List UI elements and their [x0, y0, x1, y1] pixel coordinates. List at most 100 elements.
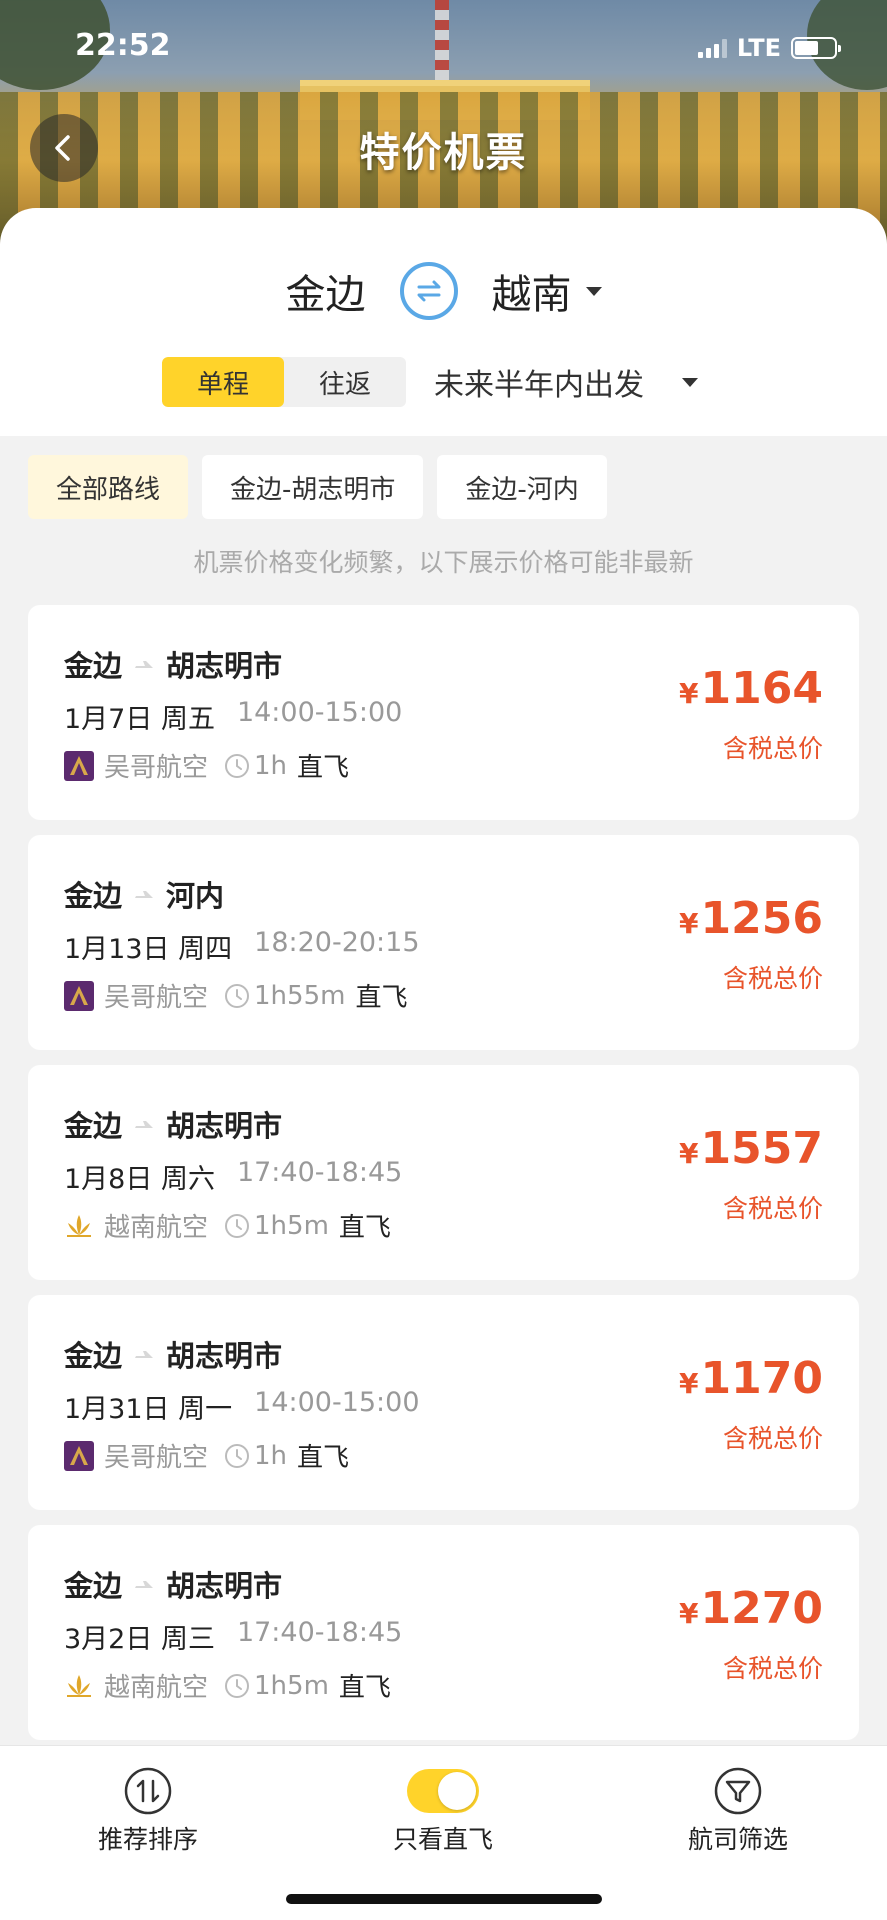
route-chips: 全部路线 金边-胡志明市 金边-河内: [28, 455, 607, 519]
flight-destination: 河内: [166, 879, 225, 913]
caret-down-icon: [585, 286, 602, 296]
trip-one-way[interactable]: 单程: [162, 357, 284, 407]
flight-destination: 胡志明市: [166, 1339, 283, 1373]
price-note: 含税总价: [722, 1424, 823, 1453]
chip-all-routes[interactable]: 全部路线: [28, 455, 189, 519]
airline-name: 越南航空: [104, 1673, 209, 1703]
route-selector: 金边 越南: [0, 256, 887, 326]
flight-card[interactable]: 金边 胡志明市 3月2日 周三 17:40-18:45 越南航空 1h5m 直飞…: [28, 1525, 859, 1740]
clock-icon: [225, 753, 250, 778]
flight-weekday: 周五: [160, 704, 215, 735]
flight-direct: 直飞: [297, 1443, 350, 1473]
currency-symbol: ¥: [679, 907, 699, 940]
airline-name: 吴哥航空: [104, 1443, 209, 1473]
flight-time: 18:20-20:15: [254, 927, 420, 958]
price-value: 1164: [700, 663, 823, 714]
angkor-air-logo-icon: [64, 750, 94, 781]
flight-day: 1月8日: [64, 1164, 153, 1195]
flight-direct: 直飞: [297, 753, 350, 783]
vietnam-airlines-logo-icon: [64, 1211, 94, 1241]
trip-type-toggle: 单程 往返: [162, 357, 406, 407]
direct-only-toggle[interactable]: 只看直飞: [353, 1766, 533, 1856]
flight-destination: 胡志明市: [166, 649, 283, 683]
banner-tower: [435, 0, 449, 90]
home-indicator: [286, 1894, 602, 1904]
clock-icon: [225, 1443, 250, 1468]
flight-route: 金边 河内: [64, 873, 224, 915]
bottom-toolbar: 推荐排序 只看直飞 航司筛选: [0, 1745, 887, 1920]
plane-icon: [135, 1581, 154, 1588]
flight-route: 金边 胡志明市: [64, 1103, 282, 1145]
swap-button[interactable]: [399, 262, 458, 320]
price-note: 含税总价: [722, 1194, 823, 1223]
sort-button[interactable]: 推荐排序: [58, 1766, 238, 1856]
flight-meta: 吴哥航空 1h55m 直飞: [64, 977, 407, 1014]
price-value: 1557: [700, 1123, 823, 1174]
flight-duration: 1h: [254, 1440, 288, 1471]
flight-route: 金边 胡志明市: [64, 1333, 282, 1375]
swap-icon: [417, 280, 440, 302]
flight-list: 金边 胡志明市 1月7日 周五 14:00-15:00 吴哥航空 1h 直飞 ¥…: [28, 605, 859, 1755]
flight-direct: 直飞: [355, 983, 408, 1013]
toggle-switch[interactable]: [407, 1769, 479, 1813]
currency-symbol: ¥: [679, 1367, 699, 1400]
angkor-air-logo-icon: [64, 980, 94, 1011]
flight-origin: 金边: [64, 879, 123, 913]
price-notice: 机票价格变化频繁，以下展示价格可能非最新: [193, 548, 694, 577]
flight-direct: 直飞: [338, 1213, 391, 1243]
flight-price: ¥1270: [679, 1583, 823, 1634]
chip-route-hanoi[interactable]: 金边-河内: [437, 455, 607, 519]
flight-weekday: 周六: [160, 1164, 215, 1195]
angkor-air-logo-icon: [64, 1440, 94, 1471]
airline-filter-button[interactable]: 航司筛选: [648, 1766, 828, 1856]
flight-origin: 金边: [64, 1569, 123, 1603]
flight-route: 金边 胡志明市: [64, 1563, 282, 1605]
price-note: 含税总价: [722, 964, 823, 993]
network-type: LTE: [736, 34, 781, 62]
date-filter-dropdown[interactable]: 未来半年内出发: [434, 360, 698, 404]
flight-day: 1月31日: [64, 1394, 170, 1425]
price-note: 含税总价: [722, 734, 823, 763]
page-title: 特价机票: [359, 130, 528, 176]
flight-meta: 越南航空 1h5m 直飞: [64, 1667, 391, 1704]
currency-symbol: ¥: [679, 677, 699, 710]
clock-icon: [225, 983, 250, 1008]
flight-price: ¥1170: [679, 1353, 823, 1404]
flight-duration: 1h5m: [254, 1670, 329, 1701]
destination-dropdown[interactable]: 越南: [492, 262, 602, 320]
trip-round-trip[interactable]: 往返: [284, 357, 406, 407]
airline-name: 吴哥航空: [104, 753, 209, 783]
flight-duration: 1h: [254, 750, 288, 781]
flight-meta: 吴哥航空 1h 直飞: [64, 1437, 349, 1474]
currency-symbol: ¥: [679, 1137, 699, 1170]
flight-price: ¥1557: [679, 1123, 823, 1174]
status-indicators: LTE: [697, 34, 841, 62]
flight-destination: 胡志明市: [166, 1109, 283, 1143]
clock-icon: [225, 1673, 250, 1698]
flight-duration: 1h5m: [254, 1210, 329, 1241]
flight-time: 17:40-18:45: [236, 1617, 403, 1648]
flight-card[interactable]: 金边 胡志明市 1月7日 周五 14:00-15:00 吴哥航空 1h 直飞 ¥…: [28, 605, 859, 820]
caret-down-icon: [682, 377, 698, 387]
flight-weekday: 周四: [178, 934, 233, 965]
flight-card[interactable]: 金边 河内 1月13日 周四 18:20-20:15 吴哥航空 1h55m 直飞…: [28, 835, 859, 1050]
flight-day: 3月2日: [64, 1624, 153, 1655]
flight-date: 1月13日 周四 18:20-20:15: [64, 927, 420, 966]
clock-icon: [225, 1213, 250, 1238]
flight-date: 1月31日 周一 14:00-15:00: [64, 1387, 420, 1426]
flight-price: ¥1164: [679, 663, 823, 714]
flight-card[interactable]: 金边 胡志明市 1月8日 周六 17:40-18:45 越南航空 1h5m 直飞…: [28, 1065, 859, 1280]
flight-card[interactable]: 金边 胡志明市 1月31日 周一 14:00-15:00 吴哥航空 1h 直飞 …: [28, 1295, 859, 1510]
flight-time: 17:40-18:45: [236, 1157, 403, 1188]
flight-date: 1月7日 周五 14:00-15:00: [64, 697, 402, 736]
price-value: 1170: [700, 1353, 823, 1404]
flight-duration: 1h55m: [254, 980, 346, 1011]
flight-origin: 金边: [64, 1339, 123, 1373]
search-panel: 金边 越南 单程 往返 未来半年内出发: [0, 208, 887, 436]
plane-icon: [135, 1351, 154, 1358]
origin-city[interactable]: 金边: [286, 262, 366, 320]
sort-icon: [124, 1767, 172, 1815]
plane-icon: [135, 1121, 154, 1128]
chip-route-hcmc[interactable]: 金边-胡志明市: [202, 455, 424, 519]
flight-price: ¥1256: [679, 893, 823, 944]
